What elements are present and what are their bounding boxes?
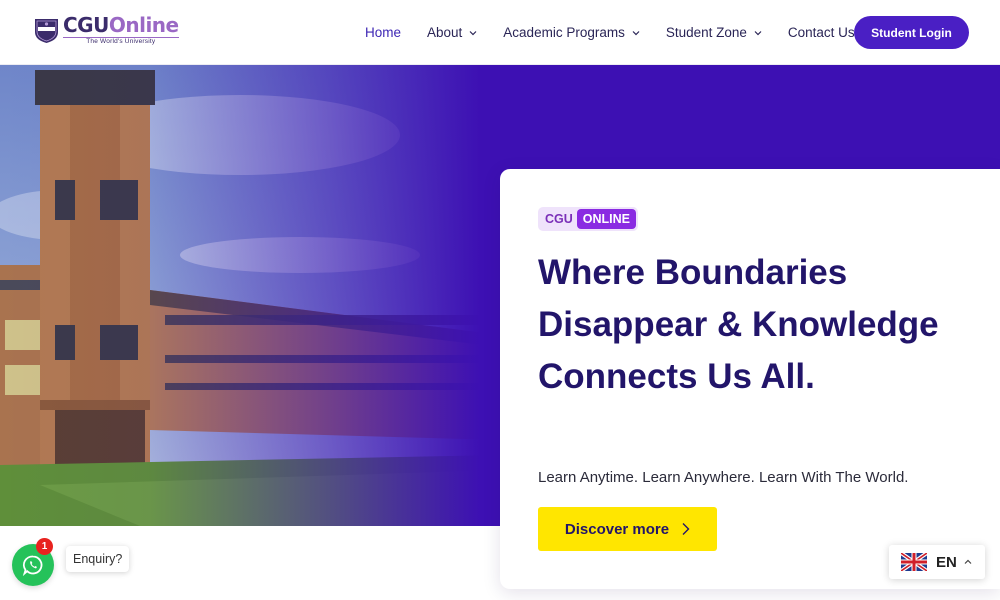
nav-student-zone[interactable]: Student Zone [666,25,762,40]
chevron-down-icon [469,30,477,35]
cgu-online-tag: CGU ONLINE [538,207,639,231]
language-selector[interactable]: EN [889,545,985,579]
enquiry-tooltip[interactable]: Enquiry? [66,546,130,572]
student-login-button[interactable]: Student Login [854,16,969,49]
site-logo[interactable]: CGUOnline The World's University [33,14,179,46]
hero-subline: Learn Anytime. Learn Anywhere. Learn Wit… [538,469,909,486]
logo-wordmark: CGUOnline [63,12,179,37]
chevron-down-icon [754,30,762,35]
logo-tagline: The World's University [63,36,179,46]
site-header: CGUOnline The World's University Home Ab… [0,0,1000,65]
nav-about[interactable]: About [427,25,477,40]
nav-contact-us[interactable]: Contact Us [788,25,855,40]
hero-headline: Where Boundaries Disappear & Knowledge C… [538,253,939,396]
notification-badge: 1 [36,538,53,555]
university-crest-icon [35,19,58,43]
chevron-down-icon [632,30,640,35]
nav-academic-programs[interactable]: Academic Programs [503,25,640,40]
discover-more-button[interactable]: Discover more [538,507,717,551]
hero-card: CGU ONLINE Where Boundaries Disappear & … [500,169,1000,589]
chevron-right-icon [682,523,690,535]
main-navigation: Home About Academic Programs Student Zon… [365,0,881,65]
chevron-up-icon [964,559,972,564]
whatsapp-icon [22,555,43,576]
uk-flag-icon [901,553,927,571]
nav-home[interactable]: Home [365,25,401,40]
